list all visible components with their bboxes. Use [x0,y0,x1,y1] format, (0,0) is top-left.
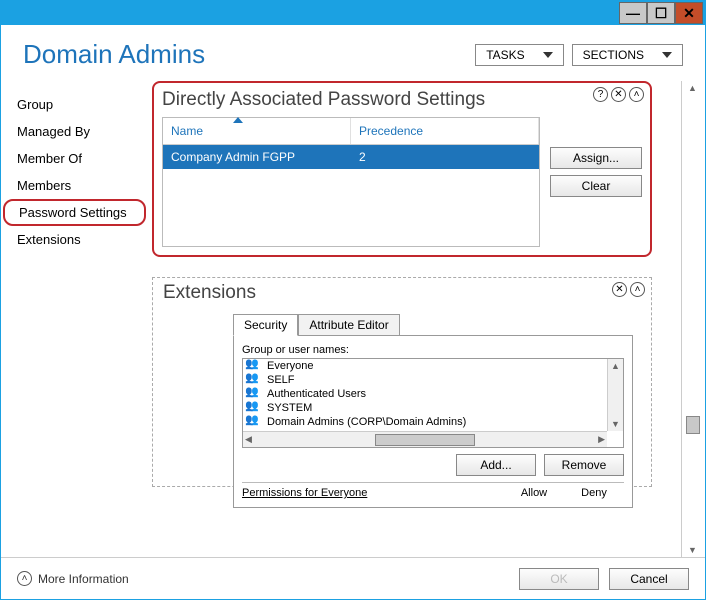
pso-panel-title: Directly Associated Password Settings [162,89,642,111]
help-icon[interactable]: ? [593,87,608,102]
extensions-title: Extensions [163,282,641,304]
sidebar-item-member-of[interactable]: Member Of [1,145,148,172]
ok-button[interactable]: OK [519,568,599,590]
list-item[interactable]: Authenticated Users [243,387,623,401]
tab-attribute-editor[interactable]: Attribute Editor [298,314,399,336]
permissions-label: Permissions for Everyone [242,487,504,499]
tabstrip: Security Attribute Editor [233,314,641,335]
minimize-button[interactable]: — [619,2,647,24]
group-listbox[interactable]: Everyone SELF Authenticated Users SYSTEM… [242,358,624,448]
sections-dropdown[interactable]: SECTIONS [572,44,683,66]
header: Domain Admins TASKS SECTIONS [1,25,705,80]
horizontal-scrollbar[interactable]: ◀▶ [243,431,607,447]
sections-label: SECTIONS [583,48,644,62]
tasks-dropdown[interactable]: TASKS [475,44,563,66]
cancel-button[interactable]: Cancel [609,568,689,590]
col-name[interactable]: Name [163,118,351,144]
assign-button[interactable]: Assign... [550,147,642,169]
clear-button[interactable]: Clear [550,175,642,197]
list-item[interactable]: SELF [243,373,623,387]
col-name-label: Name [171,124,203,138]
maximize-button[interactable]: ☐ [647,2,675,24]
sidebar-item-extensions[interactable]: Extensions [1,226,148,253]
allow-col: Allow [504,487,564,499]
add-button[interactable]: Add... [456,454,536,476]
sidebar-item-members[interactable]: Members [1,172,148,199]
remove-button[interactable]: Remove [544,454,624,476]
list-item[interactable]: SYSTEM [243,401,623,415]
caret-down-icon [662,52,672,58]
page-title: Domain Admins [23,39,205,70]
sidebar-item-group[interactable]: Group [1,91,148,118]
more-information[interactable]: ˄ More Information [17,571,129,586]
collapse-ext-icon[interactable]: ˄ [630,282,645,297]
content-scrollbar[interactable]: ▲ ▼ [681,81,703,557]
scroll-thumb[interactable] [375,434,475,446]
deny-col: Deny [564,487,624,499]
caret-down-icon [543,52,553,58]
close-button[interactable]: ✕ [675,2,703,24]
scroll-thumb[interactable] [686,416,700,434]
users-icon [247,416,263,428]
footer: ˄ More Information OK Cancel [1,557,705,599]
sort-asc-icon [233,117,243,123]
cell-precedence: 2 [351,145,539,169]
pso-panel: Directly Associated Password Settings ? … [152,81,652,257]
group-names-label: Group or user names: [242,344,624,356]
security-tab-content: Group or user names: Everyone SELF Authe… [233,335,633,508]
more-info-label: More Information [38,572,129,586]
close-ext-icon[interactable]: ✕ [612,282,627,297]
tab-security[interactable]: Security [233,314,298,336]
close-panel-icon[interactable]: ✕ [611,87,626,102]
tasks-label: TASKS [486,48,524,62]
sidebar-item-managed-by[interactable]: Managed By [1,118,148,145]
window-titlebar: — ☐ ✕ [1,1,705,25]
list-item[interactable]: Domain Admins (CORP\Domain Admins) [243,415,623,429]
col-precedence[interactable]: Precedence [351,118,539,144]
table-row[interactable]: Company Admin FGPP 2 [163,145,539,169]
cell-name: Company Admin FGPP [163,145,351,169]
scroll-down-icon[interactable]: ▼ [686,543,699,557]
vertical-scrollbar[interactable]: ▲▼ [607,359,623,431]
pso-table: Name Precedence Company Admin FGPP 2 [162,117,540,247]
extensions-panel: Extensions ✕ ˄ Security Attribute Editor… [152,277,652,487]
sidebar-item-password-settings[interactable]: Password Settings [3,199,146,226]
scroll-up-icon[interactable]: ▲ [686,81,699,95]
sidebar: Group Managed By Member Of Members Passw… [1,81,148,557]
expand-down-icon: ˄ [17,571,32,586]
collapse-up-icon[interactable]: ˄ [629,87,644,102]
list-item[interactable]: Everyone [243,359,623,373]
